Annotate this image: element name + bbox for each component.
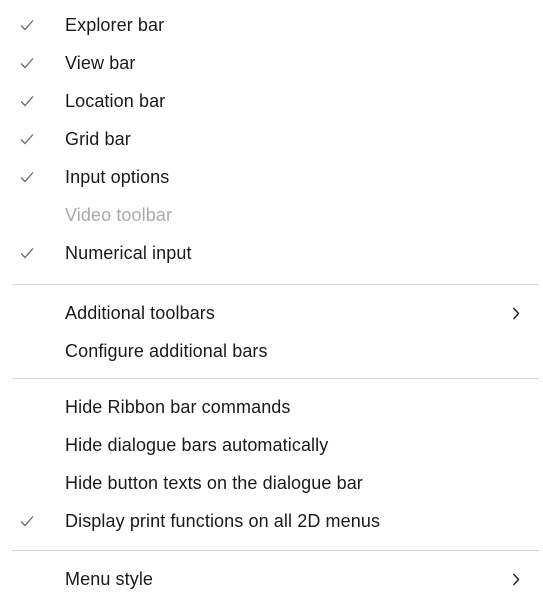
chevron-right-icon — [512, 306, 522, 320]
menu-item-location-bar[interactable]: Location bar — [0, 82, 543, 120]
menu-item-label: Additional toolbars — [65, 302, 215, 323]
menu-item-explorer-bar[interactable]: Explorer bar — [0, 6, 543, 44]
menu-separator — [12, 284, 539, 285]
checkmark-icon — [20, 132, 34, 146]
menu-item-hide-ribbon-bar-commands[interactable]: Hide Ribbon bar commands — [0, 388, 543, 426]
checkmark-icon — [20, 18, 34, 32]
checkmark-icon — [20, 246, 34, 260]
menu-item-label: View bar — [65, 52, 136, 73]
menu-item-label: Explorer bar — [65, 14, 165, 35]
menu-item-label: Input options — [65, 166, 170, 187]
menu-item-configure-additional-bars[interactable]: Configure additional bars — [0, 332, 543, 370]
menu-item-display-print-functions[interactable]: Display print functions on all 2D menus — [0, 502, 543, 540]
menu-item-label: Hide button texts on the dialogue bar — [65, 472, 363, 493]
menu-item-label: Display print functions on all 2D menus — [65, 510, 381, 531]
chevron-right-icon — [512, 572, 522, 586]
checkmark-icon — [20, 170, 34, 184]
menu-item-label: Hide dialogue bars automatically — [65, 434, 329, 455]
menu-item-menu-style[interactable]: Menu style — [0, 560, 543, 598]
menu-item-label: Menu style — [65, 568, 154, 589]
menu-item-input-options[interactable]: Input options — [0, 158, 543, 196]
menu-item-label: Location bar — [65, 90, 166, 111]
checkmark-icon — [20, 56, 34, 70]
menu-item-numerical-input[interactable]: Numerical input — [0, 234, 543, 272]
checkmark-icon — [20, 514, 34, 528]
menu-item-label: Video toolbar — [65, 204, 173, 225]
menu-item-view-bar[interactable]: View bar — [0, 44, 543, 82]
context-menu: Explorer bar View bar Location bar Grid … — [0, 0, 543, 592]
menu-separator — [12, 378, 539, 379]
menu-item-hide-button-texts[interactable]: Hide button texts on the dialogue bar — [0, 464, 543, 502]
checkmark-icon — [20, 94, 34, 108]
menu-separator — [12, 550, 539, 551]
menu-item-video-toolbar: Video toolbar — [0, 196, 543, 234]
menu-item-additional-toolbars[interactable]: Additional toolbars — [0, 294, 543, 332]
menu-item-label: Configure additional bars — [65, 340, 268, 361]
menu-item-hide-dialogue-bars[interactable]: Hide dialogue bars automatically — [0, 426, 543, 464]
menu-item-label: Grid bar — [65, 128, 131, 149]
menu-item-label: Numerical input — [65, 242, 192, 263]
menu-item-label: Hide Ribbon bar commands — [65, 396, 291, 417]
menu-item-grid-bar[interactable]: Grid bar — [0, 120, 543, 158]
